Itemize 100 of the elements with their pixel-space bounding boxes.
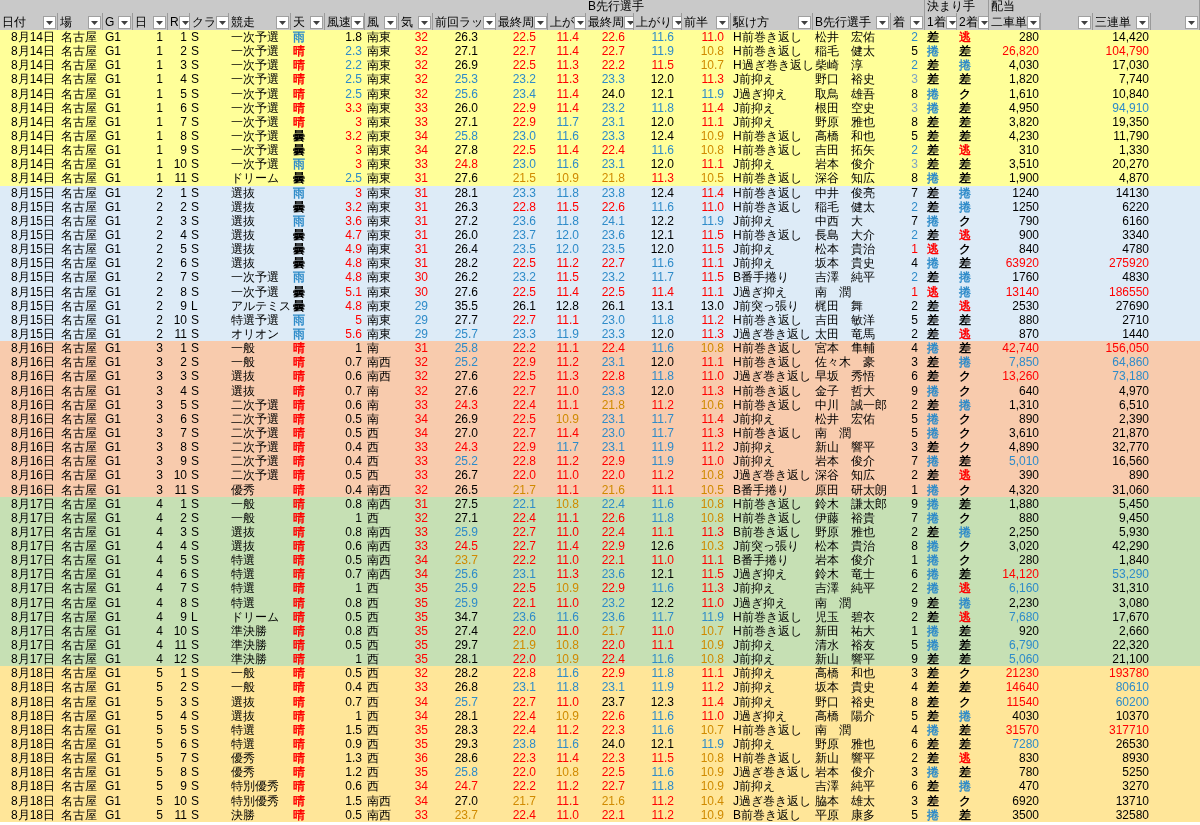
filter-button[interactable] <box>1185 16 1198 29</box>
table-cell-text: J前抑え <box>732 581 776 596</box>
table-cell-text: 5 <box>910 312 919 327</box>
table-cell-text: S <box>190 341 200 356</box>
table-cell-text: S <box>190 284 200 299</box>
table-cell-text: J過ぎ抑え <box>732 708 788 723</box>
table-cell-text: 29 <box>413 312 429 327</box>
filter-button[interactable] <box>216 16 228 29</box>
table-cell-text: 11.9 <box>700 213 725 228</box>
table-cell-text: J前突っ張り <box>732 539 800 554</box>
table-cell-text: 11.1 <box>555 397 580 412</box>
column-label: 三連単 <box>1095 15 1131 30</box>
table-cell-text: 一次予選 <box>230 100 280 115</box>
table-cell-text: 8 <box>910 171 919 186</box>
table-cell-text: 22.4 <box>600 652 626 667</box>
table-cell-text: G1 <box>104 326 122 342</box>
table-cell-text: 1,310 <box>1007 397 1040 412</box>
table-cell-text: H前巻き返し <box>732 510 803 525</box>
filter-button[interactable] <box>351 16 364 29</box>
filter-button[interactable] <box>43 16 56 29</box>
table-cell-text: 8月14日 <box>9 129 56 144</box>
table-cell-text: J過ぎ巻き返し <box>732 326 812 342</box>
table-cell-text: 890 <box>1127 468 1150 483</box>
table-cell-text: 8月15日 <box>9 185 56 200</box>
table-cell-text: 5 <box>179 86 188 101</box>
table-cell-text: 西 <box>366 779 380 794</box>
table-cell-text: 4 <box>155 510 164 525</box>
filter-button[interactable] <box>910 16 923 29</box>
table-cell-text: G1 <box>104 680 122 695</box>
column-group-header: 決まり手 <box>925 0 989 13</box>
table-cell-text: 22.2 <box>511 341 537 356</box>
filter-button[interactable] <box>276 16 289 29</box>
filter-button[interactable] <box>310 16 323 29</box>
table-cell-text: 22.4 <box>511 807 537 822</box>
table-cell-text: S <box>190 510 200 525</box>
table-cell-text: 22.4 <box>600 143 626 158</box>
filter-button[interactable] <box>574 16 585 29</box>
table-cell-text: 1 <box>155 171 164 186</box>
filter-button[interactable] <box>1027 16 1040 29</box>
filter-button[interactable] <box>1078 16 1091 29</box>
table-cell-text: 27.8 <box>453 143 479 158</box>
table-cell-text: G1 <box>104 72 122 87</box>
table-cell-text: G1 <box>104 751 122 766</box>
table-cell-text: 11.6 <box>650 708 675 723</box>
table-cell-text: H前巻き返し <box>732 199 803 214</box>
filter-button[interactable] <box>716 16 729 29</box>
filter-button[interactable] <box>153 16 166 29</box>
table-cell-text: 11.5 <box>555 270 580 285</box>
table-cell-text: 73,180 <box>1111 369 1150 384</box>
table-cell-text: 22.8 <box>511 199 537 214</box>
table-cell-text: 11.5 <box>700 567 725 582</box>
table-cell-text: 42,290 <box>1111 539 1150 554</box>
table-cell-text: 捲 <box>926 638 940 653</box>
table-cell-text: 逃 <box>958 326 972 342</box>
filter-button[interactable] <box>384 16 397 29</box>
table-cell-text: 11.8 <box>555 213 580 228</box>
table-cell-text: 23.0 <box>600 425 626 441</box>
table-cell-text: 21.8 <box>600 171 626 186</box>
table-cell-text: 南西 <box>366 369 392 384</box>
table-cell-text: G1 <box>104 666 122 681</box>
caret-icon <box>486 20 493 25</box>
table-cell-text: 11.4 <box>555 425 580 441</box>
table-cell-text: G1 <box>104 411 122 426</box>
filter-button[interactable] <box>1136 16 1149 29</box>
table-cell-text: 南東 <box>366 100 392 115</box>
table-cell-text: 8月17日 <box>9 609 56 624</box>
filter-button[interactable] <box>118 16 131 29</box>
table-cell-text: 南東 <box>366 284 392 299</box>
table-cell-text: 11.7 <box>650 411 675 426</box>
table-cell-text: 34 <box>413 567 429 582</box>
table-cell-text: 特選 <box>230 722 256 738</box>
table-cell-text: 岩本 俊介 <box>814 553 876 568</box>
table-cell-text: 曇 <box>292 284 306 299</box>
table-cell-text: G1 <box>104 524 122 540</box>
filter-button[interactable] <box>798 16 811 29</box>
table-cell-text: 5 <box>155 737 164 752</box>
table-cell-text: 根田 空史 <box>814 100 876 115</box>
table-cell-text: B番手捲り <box>732 270 790 285</box>
table-cell-text: 11.1 <box>700 355 725 370</box>
table-cell-text: 22.2 <box>600 58 626 73</box>
table-cell-text: J前抑え <box>732 114 776 129</box>
table-cell-text: 晴 <box>292 383 306 398</box>
table-cell-text: 11.2 <box>700 440 725 455</box>
table-cell-text: 逃 <box>958 143 972 158</box>
table-cell-text: S <box>190 694 200 709</box>
table-cell-text: 5.1 <box>344 284 363 299</box>
table-cell-text: 11.7 <box>555 114 580 129</box>
filter-button[interactable] <box>483 16 495 29</box>
filter-button[interactable] <box>88 16 101 29</box>
filter-button[interactable] <box>876 16 889 29</box>
table-cell-text: 26.0 <box>453 227 479 243</box>
table-cell-text: 23.6 <box>511 609 537 624</box>
table-cell-text: 6 <box>179 411 188 426</box>
filter-button[interactable] <box>418 16 431 29</box>
filter-button[interactable] <box>534 16 547 29</box>
table-cell-text: 晴 <box>292 425 306 441</box>
table-cell-text: 選抜 <box>230 256 256 271</box>
table-cell-text: 10 <box>172 157 188 172</box>
table-cell-text: 10.9 <box>699 129 725 144</box>
table-cell-text: 捲 <box>926 44 940 59</box>
